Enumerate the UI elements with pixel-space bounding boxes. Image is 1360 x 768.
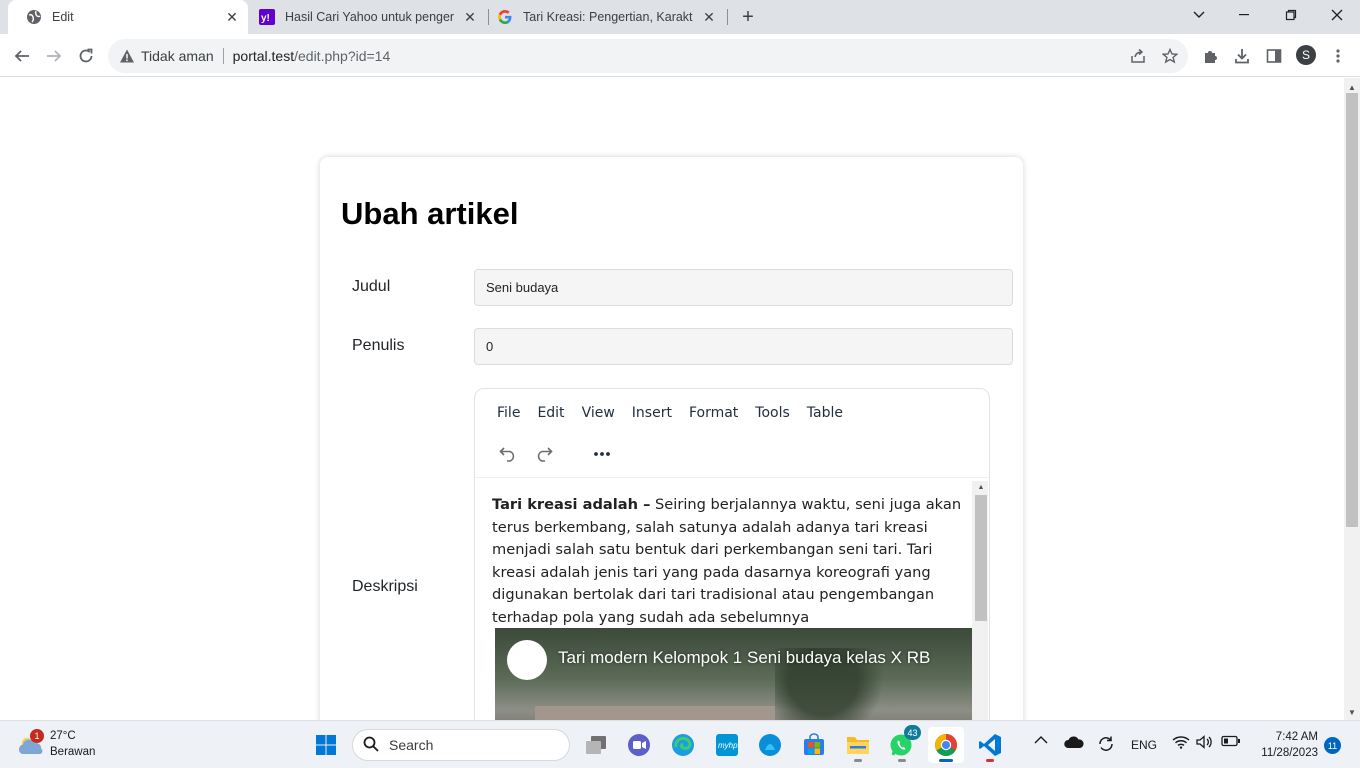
content-bold-lead: Tari kreasi adalah –: [492, 496, 651, 513]
editor-scroll-thumb[interactable]: [975, 495, 987, 621]
close-icon[interactable]: ✕: [224, 9, 240, 25]
video-title[interactable]: Tari modern Kelompok 1 Seni budaya kelas…: [558, 648, 930, 668]
onedrive-icon[interactable]: [1064, 735, 1084, 749]
more-options-icon[interactable]: [589, 441, 615, 467]
rich-text-editor: File Edit View Insert Format Tools Table…: [474, 388, 990, 728]
tab-title: Tari Kreasi: Pengertian, Karakteristik: [523, 10, 693, 24]
back-icon[interactable]: [8, 42, 36, 70]
restore-icon[interactable]: [1268, 0, 1314, 30]
weather-condition: Berawan: [50, 746, 96, 758]
notification-badge[interactable]: 11: [1324, 737, 1341, 754]
judul-input[interactable]: Seni budaya: [474, 269, 1013, 306]
google-icon: [497, 9, 513, 25]
side-panel-icon[interactable]: [1260, 42, 1288, 70]
clock-date: 11/28/2023: [1261, 747, 1318, 759]
volume-icon[interactable]: [1196, 735, 1214, 749]
minimize-icon[interactable]: [1222, 0, 1268, 30]
globe-icon: [26, 9, 42, 25]
photos-app-icon[interactable]: [752, 727, 788, 763]
undo-icon[interactable]: [495, 441, 521, 467]
penulis-input[interactable]: 0: [474, 328, 1013, 365]
language-indicator[interactable]: ENG: [1131, 738, 1157, 752]
download-icon[interactable]: [1228, 42, 1256, 70]
security-status[interactable]: Tidak aman: [141, 48, 214, 64]
page-title: Ubah artikel: [341, 196, 519, 231]
embedded-video[interactable]: Tari modern Kelompok 1 Seni budaya kelas…: [495, 628, 972, 727]
profile-avatar[interactable]: S: [1296, 45, 1316, 65]
forward-icon[interactable]: [40, 42, 68, 70]
editor-menubar: File Edit View Insert Format Tools Table: [497, 405, 860, 421]
close-window-icon[interactable]: [1314, 0, 1360, 30]
menu-format[interactable]: Format: [689, 405, 738, 421]
sync-icon[interactable]: [1097, 735, 1115, 753]
microsoft-store-icon[interactable]: [796, 727, 832, 763]
weather-widget[interactable]: 1 27°C Berawan: [16, 729, 126, 763]
warning-icon[interactable]: [119, 48, 135, 64]
scroll-down-icon[interactable]: ▼: [1344, 705, 1360, 719]
teams-chat-icon[interactable]: [621, 727, 657, 763]
editor-scroll-up-icon[interactable]: ▲: [975, 481, 987, 493]
tab-title: Edit: [52, 10, 74, 24]
tab-search-icon[interactable]: [1176, 0, 1222, 30]
url-text[interactable]: portal.test/edit.php?id=14: [233, 48, 391, 64]
content-text: Seiring berjalannya waktu, seni juga aka…: [492, 496, 962, 626]
menu-insert[interactable]: Insert: [632, 405, 672, 421]
clock-time: 7:42 AM: [1275, 731, 1318, 743]
wifi-icon[interactable]: [1172, 735, 1190, 749]
browser-toolbar: Tidak aman portal.test/edit.php?id=14 S: [0, 34, 1360, 77]
menu-file[interactable]: File: [497, 405, 520, 421]
tab-edit[interactable]: Edit ✕: [8, 0, 248, 34]
menu-table[interactable]: Table: [807, 405, 843, 421]
menu-tools[interactable]: Tools: [755, 405, 790, 421]
whatsapp-badge: 43: [904, 725, 921, 740]
address-bar[interactable]: Tidak aman portal.test/edit.php?id=14: [108, 39, 1188, 73]
windows-start-icon[interactable]: [308, 727, 344, 763]
file-explorer-icon[interactable]: [840, 727, 876, 763]
share-icon[interactable]: [1124, 42, 1152, 70]
vscode-icon[interactable]: [972, 727, 1008, 763]
search-icon: [363, 736, 379, 755]
penulis-label: Penulis: [352, 337, 405, 354]
weather-temp: 27°C: [50, 730, 76, 742]
editor-toolbar: [495, 441, 625, 467]
tab-title: Hasil Cari Yahoo untuk pengertian: [285, 10, 454, 24]
deskripsi-label: Deskripsi: [352, 578, 418, 595]
whatsapp-icon[interactable]: 43: [884, 725, 921, 763]
tray-overflow-icon[interactable]: [1034, 735, 1048, 745]
scroll-up-icon[interactable]: ▲: [1344, 80, 1360, 94]
svg-text:y!: y!: [261, 13, 270, 24]
tab-tari-kreasi[interactable]: Tari Kreasi: Pengertian, Karakteristik ✕: [489, 0, 725, 34]
taskbar-search[interactable]: Search: [352, 729, 570, 761]
bookmark-star-icon[interactable]: [1156, 42, 1184, 70]
chrome-icon[interactable]: [928, 727, 964, 763]
judul-label: Judul: [352, 278, 391, 295]
close-icon[interactable]: ✕: [701, 9, 717, 25]
tab-yahoo[interactable]: y! Hasil Cari Yahoo untuk pengertian ✕: [250, 0, 486, 34]
tab-strip: Edit ✕ y! Hasil Cari Yahoo untuk pengert…: [0, 0, 1360, 34]
editor-content[interactable]: Tari kreasi adalah – Seiring berjalannya…: [492, 494, 962, 629]
edge-icon[interactable]: [665, 727, 701, 763]
redo-icon[interactable]: [531, 441, 557, 467]
search-placeholder: Search: [389, 737, 434, 753]
system-clock[interactable]: 7:42 AM 11/28/2023: [1252, 729, 1318, 761]
weather-badge: 1: [30, 729, 44, 743]
svg-text:myhp: myhp: [718, 741, 738, 750]
task-view-icon[interactable]: [578, 727, 614, 763]
battery-icon[interactable]: [1221, 735, 1241, 747]
yahoo-icon: y!: [259, 9, 275, 25]
taskbar: 1 27°C Berawan Search myhp 43 ENG 7:42 A…: [0, 720, 1360, 768]
channel-avatar[interactable]: [507, 640, 547, 680]
reload-icon[interactable]: [72, 42, 100, 70]
menu-kebab-icon[interactable]: [1324, 42, 1352, 70]
close-icon[interactable]: ✕: [462, 9, 478, 25]
menu-edit[interactable]: Edit: [537, 405, 564, 421]
menu-view[interactable]: View: [582, 405, 615, 421]
page-scroll-thumb[interactable]: [1346, 93, 1358, 527]
extensions-icon[interactable]: [1196, 42, 1224, 70]
myhp-icon[interactable]: myhp: [709, 727, 745, 763]
new-tab-button[interactable]: +: [737, 6, 759, 28]
